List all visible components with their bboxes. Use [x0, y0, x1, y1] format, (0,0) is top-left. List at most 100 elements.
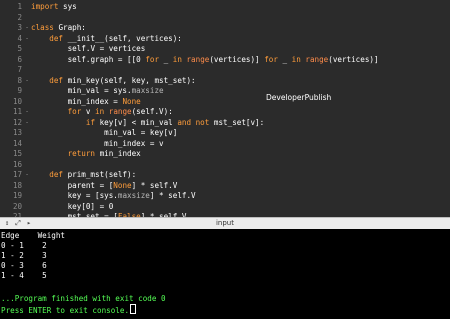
code-token: v: [81, 107, 96, 116]
text-cursor: [130, 304, 137, 314]
code-token: (self):: [104, 170, 137, 179]
code-token: V: [191, 191, 196, 200]
code-token: def: [31, 33, 68, 43]
code-line[interactable]: 20 key[0] = 0: [0, 201, 450, 212]
code-line[interactable]: 15 return min_index: [0, 148, 450, 159]
line-number: 6: [17, 54, 22, 64]
code-token: (self.: [131, 107, 160, 116]
code-token: range: [305, 54, 329, 64]
code-line[interactable]: 19 key = [sys.maxsize] * self.V: [0, 190, 450, 201]
code-token: def: [31, 75, 68, 85]
console-line: Edge Weight: [1, 231, 66, 240]
code-token: = [[0: [113, 54, 146, 64]
code-token: (vertices)]: [328, 54, 379, 64]
code-line[interactable]: 9 min_val = sys.maxsize: [0, 85, 450, 96]
code-text: self.graph = [[0 for _ in range(vertices…: [31, 54, 379, 65]
exit-message: ...Program finished with exit code 0: [1, 294, 166, 303]
fold-toggle-icon[interactable]: -: [23, 106, 31, 117]
code-token: (self, key, mst_set):: [99, 75, 196, 85]
code-token: return: [67, 149, 96, 158]
code-text: return min_index: [31, 148, 141, 159]
exit-prompt-text: Press ENTER to exit console.: [1, 306, 130, 315]
line-number: 9: [17, 86, 22, 95]
code-token: _: [159, 54, 173, 64]
console-line: 1 - 4 5: [1, 271, 47, 280]
code-line[interactable]: 17- def prim_mst(self):: [0, 169, 450, 180]
code-token: __init__: [67, 33, 105, 43]
code-line[interactable]: 7: [0, 64, 450, 75]
code-token: self.: [31, 44, 91, 53]
code-text: min_val = sys.maxsize: [31, 85, 164, 96]
watermark-text: DeveloperPublish: [266, 93, 332, 102]
code-token: prim_mst: [67, 170, 105, 179]
code-token: parent = [: [31, 180, 114, 190]
code-line[interactable]: 3- class Graph:: [0, 22, 450, 33]
code-text: def __init__(self, vertices):: [31, 33, 182, 44]
code-token: key = [sys.: [31, 191, 118, 200]
code-line[interactable]: 13 min_val = key[v]: [0, 127, 450, 138]
line-number: 15: [12, 149, 22, 158]
code-token: min_val = sys.: [31, 86, 132, 95]
code-text: def prim_mst(self):: [31, 169, 136, 180]
console-output[interactable]: Edge Weight 0 - 1 2 1 - 2 3 0 - 3 6 1 - …: [0, 229, 450, 319]
code-token: None: [122, 96, 141, 106]
console-line: 1 - 2 3: [1, 251, 47, 260]
code-token: import: [31, 2, 59, 11]
line-number: 18: [12, 180, 22, 190]
code-line[interactable]: 8- def min_key(self, key, mst_set):: [0, 75, 450, 86]
code-line[interactable]: 4- def __init__(self, vertices):: [0, 33, 450, 44]
code-token: min_index: [95, 149, 141, 158]
line-number: 2: [17, 12, 22, 22]
fold-toggle-icon[interactable]: -: [23, 169, 31, 180]
code-line[interactable]: 14 min_index = v: [0, 138, 450, 149]
code-token: def: [31, 170, 68, 179]
code-line[interactable]: 10 min_index = None: [0, 96, 450, 107]
code-token: (self, vertices):: [104, 33, 182, 43]
code-line[interactable]: 6 self.graph = [[0 for _ in range(vertic…: [0, 54, 450, 65]
code-token: min_index =: [31, 96, 123, 106]
code-token: maxsize: [131, 86, 164, 95]
fold-toggle-icon[interactable]: -: [23, 117, 31, 128]
code-token: :: [81, 23, 86, 32]
code-text: self.V = vertices: [31, 43, 146, 54]
line-number: 19: [12, 191, 22, 200]
line-number: 10: [12, 96, 22, 106]
code-token: None: [113, 180, 132, 190]
code-text: key[0] = 0: [31, 201, 114, 212]
line-number: 17: [12, 170, 22, 179]
code-line[interactable]: 11- for v in range(self.V):: [0, 106, 450, 117]
code-token: ):: [163, 107, 173, 116]
fold-toggle-icon[interactable]: -: [23, 75, 31, 86]
line-number: 5: [17, 44, 22, 53]
code-token: class: [31, 23, 59, 32]
code-line[interactable]: 18 parent = [None] * self.V: [0, 180, 450, 191]
code-token: ] * self.: [149, 191, 192, 200]
console-line: 0 - 3 6: [1, 261, 47, 270]
code-line[interactable]: 16: [0, 159, 450, 170]
code-editor[interactable]: 1 import sys 2 3- class Graph: 4- def __init_…: [0, 0, 450, 217]
code-token: in: [95, 107, 105, 116]
input-label: input: [215, 219, 234, 227]
code-line[interactable]: 1 import sys: [0, 1, 450, 12]
code-token: range: [108, 107, 132, 116]
line-number: 3: [17, 23, 22, 32]
code-token: maxsize: [117, 191, 150, 200]
code-text: import sys: [31, 1, 77, 12]
code-token: = vertices: [95, 44, 146, 53]
code-line[interactable]: 5 self.V = vertices: [0, 43, 450, 54]
line-number: 4: [17, 33, 22, 43]
fold-toggle-icon[interactable]: -: [23, 22, 31, 33]
code-token: sys: [58, 2, 77, 11]
line-number: 11: [12, 107, 22, 116]
code-line[interactable]: 12- if key[v] < min_val and not mst_set[…: [0, 117, 450, 128]
console-line: 0 - 1 2: [1, 241, 47, 250]
line-number: 7: [17, 65, 22, 74]
code-token: ] * self.: [131, 180, 173, 190]
code-line[interactable]: 2: [0, 12, 450, 23]
line-number: 16: [12, 159, 22, 169]
exit-prompt: Press ENTER to exit console.: [1, 304, 137, 316]
fold-toggle-icon[interactable]: -: [23, 33, 31, 44]
